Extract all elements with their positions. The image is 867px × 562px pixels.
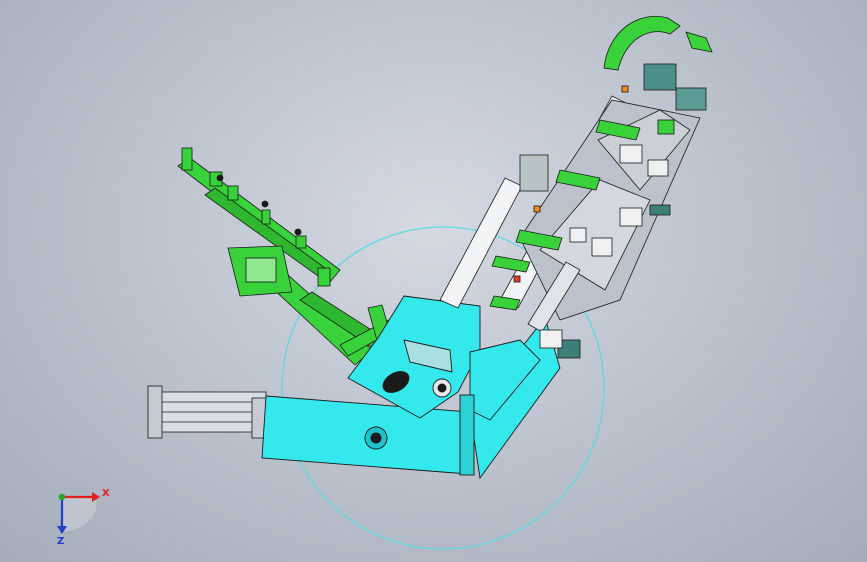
y-axis-dot [58,493,66,501]
pneumatic-cylinder[interactable] [147,385,269,439]
cyan-rotary-body[interactable] [261,295,561,480]
green-support-frame[interactable] [177,147,396,366]
x-axis-label: X [102,488,110,499]
cad-model-view[interactable] [0,0,867,562]
axis-triad [57,492,100,534]
z-axis-label: Z [57,536,65,547]
cad-viewport[interactable]: X Z [0,0,867,562]
welding-fixture-arm[interactable] [439,15,713,359]
